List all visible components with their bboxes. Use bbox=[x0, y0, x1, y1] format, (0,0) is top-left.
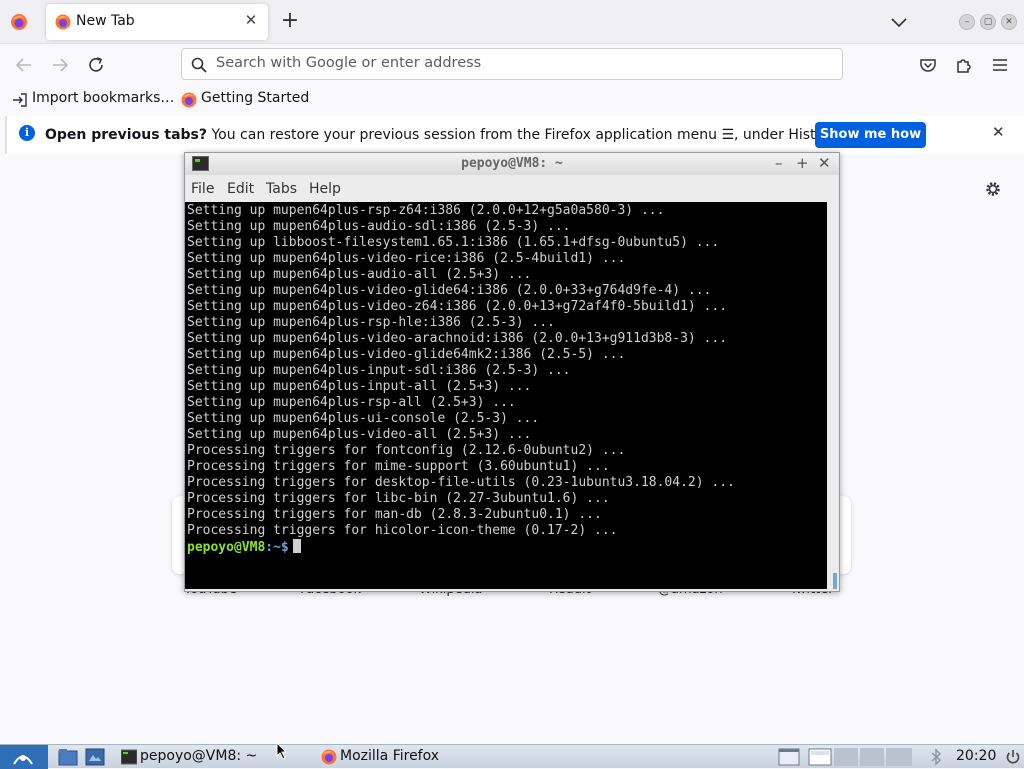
terminal-lines: Setting up mupen64plus-rsp-z64:i386 (2.0… bbox=[187, 203, 735, 539]
terminal-line: Setting up mupen64plus-video-z64:i386 (2… bbox=[187, 299, 728, 314]
terminal-output[interactable]: Setting up mupen64plus-rsp-z64:i386 (2.0… bbox=[185, 202, 827, 589]
notification-message: Open previous tabs? You can restore your… bbox=[45, 127, 841, 143]
terminal-line: Setting up mupen64plus-input-sdl:i386 (2… bbox=[187, 363, 571, 378]
bluetooth-icon[interactable] bbox=[930, 748, 942, 766]
notification-text: You can restore your previous session fr… bbox=[207, 127, 841, 143]
forward-icon[interactable] bbox=[48, 53, 72, 77]
mouse-cursor-icon bbox=[276, 742, 288, 760]
terminal-line: Setting up mupen64plus-video-glide64:i38… bbox=[187, 283, 712, 298]
close-icon[interactable]: ✕ bbox=[992, 123, 1005, 141]
terminal-line: Processing triggers for mime-support (3.… bbox=[187, 459, 610, 474]
terminal-titlebar[interactable]: pepoyo@VM8: ~ – + ✕ bbox=[185, 153, 839, 175]
terminal-line: Setting up mupen64plus-rsp-all (2.5+3) .… bbox=[187, 395, 516, 410]
text-cursor bbox=[292, 539, 301, 553]
terminal-line: Setting up mupen64plus-rsp-z64:i386 (2.0… bbox=[187, 203, 665, 218]
prompt-path: :~$ bbox=[265, 540, 289, 555]
taskbar: pepoyo@VM8: ~ Mozilla Firefox 20:20 bbox=[0, 744, 1024, 769]
info-icon: i bbox=[19, 125, 35, 141]
firefox-icon bbox=[181, 92, 197, 108]
desktop-icon[interactable] bbox=[85, 748, 105, 766]
terminal-line: Setting up mupen64plus-rsp-hle:i386 (2.5… bbox=[187, 315, 555, 330]
firefox-icon bbox=[321, 749, 337, 765]
reload-icon[interactable] bbox=[84, 53, 108, 77]
restore-session-notification: i Open previous tabs? You can restore yo… bbox=[5, 116, 1024, 154]
app-menu-icon[interactable] bbox=[988, 53, 1012, 77]
bookmark-getting-started-label: Getting Started bbox=[201, 90, 310, 106]
close-icon[interactable]: ✕ bbox=[818, 154, 831, 172]
terminal-line: Setting up mupen64plus-video-all (2.5+3)… bbox=[187, 427, 532, 442]
terminal-line: Processing triggers for man-db (2.8.3-2u… bbox=[187, 507, 602, 522]
close-window-button[interactable]: ✕ bbox=[1001, 14, 1017, 30]
terminal-line: Setting up mupen64plus-video-rice:i386 (… bbox=[187, 251, 626, 266]
prompt-user: pepoyo@VM8 bbox=[187, 540, 266, 555]
terminal-line: Setting up mupen64plus-audio-sdl:i386 (2… bbox=[187, 219, 571, 234]
show-me-how-button[interactable]: Show me how bbox=[815, 122, 926, 148]
scrollbar-thumb[interactable] bbox=[833, 573, 837, 589]
task-firefox-label: Mozilla Firefox bbox=[340, 748, 440, 764]
tab-strip: New Tab ✕ + – ▢ ✕ bbox=[0, 0, 1024, 44]
start-menu-button[interactable] bbox=[0, 745, 48, 769]
import-icon bbox=[13, 93, 27, 107]
terminal-line: Processing triggers for libc-bin (2.27-3… bbox=[187, 491, 610, 506]
terminal-title: pepoyo@VM8: ~ bbox=[461, 156, 563, 171]
menu-edit[interactable]: Edit bbox=[227, 181, 254, 197]
terminal-line: Processing triggers for hicolor-icon-the… bbox=[187, 523, 618, 538]
terminal-line: Setting up mupen64plus-video-arachnoid:i… bbox=[187, 331, 728, 346]
extensions-icon[interactable] bbox=[952, 53, 976, 77]
task-firefox[interactable]: Mozilla Firefox bbox=[318, 746, 518, 768]
terminal-line: Setting up mupen64plus-audio-all (2.5+3)… bbox=[187, 267, 532, 282]
power-icon[interactable] bbox=[1005, 748, 1021, 766]
back-icon[interactable] bbox=[12, 53, 36, 77]
menu-file[interactable]: File bbox=[191, 181, 214, 197]
tab-title: New Tab bbox=[76, 13, 135, 29]
clock[interactable]: 20:20 bbox=[956, 748, 996, 764]
notification-title: Open previous tabs? bbox=[45, 127, 208, 143]
firefox-view-icon[interactable] bbox=[10, 13, 28, 31]
firefox-icon bbox=[55, 14, 71, 30]
workspace-2-icon[interactable] bbox=[834, 748, 858, 766]
start-icon bbox=[13, 755, 33, 765]
terminal-line: Processing triggers for desktop-file-uti… bbox=[187, 475, 735, 490]
terminal-scrollbar[interactable] bbox=[829, 202, 839, 589]
terminal-icon bbox=[121, 749, 137, 765]
workspace-4-icon[interactable] bbox=[886, 748, 912, 766]
minimize-icon[interactable]: – bbox=[775, 154, 783, 172]
window-list-icon[interactable] bbox=[778, 748, 800, 766]
file-manager-icon[interactable] bbox=[58, 748, 78, 766]
new-tab-button[interactable]: + bbox=[278, 8, 302, 36]
terminal-window[interactable]: pepoyo@VM8: ~ – + ✕ File Edit Tabs Help … bbox=[184, 152, 840, 592]
workspace-3-icon[interactable] bbox=[860, 748, 884, 766]
terminal-prompt[interactable]: pepoyo@VM8:~$ bbox=[187, 539, 301, 556]
terminal-line: Setting up mupen64plus-ui-console (2.5-3… bbox=[187, 411, 540, 426]
terminal-line: Processing triggers for fontconfig (2.12… bbox=[187, 443, 626, 458]
pocket-icon[interactable] bbox=[916, 53, 940, 77]
chevron-down-icon[interactable] bbox=[888, 12, 910, 32]
address-placeholder: Search with Google or enter address bbox=[216, 55, 482, 71]
terminal-line: Setting up mupen64plus-video-glide64mk2:… bbox=[187, 347, 626, 362]
navigation-toolbar: Search with Google or enter address bbox=[0, 44, 1024, 86]
maximize-window-button[interactable]: ▢ bbox=[980, 14, 996, 30]
search-icon bbox=[191, 57, 207, 73]
address-bar[interactable]: Search with Google or enter address bbox=[181, 48, 843, 80]
task-terminal-label: pepoyo@VM8: ~ bbox=[140, 748, 258, 764]
workspace-1-icon[interactable] bbox=[808, 748, 832, 766]
menu-tabs[interactable]: Tabs bbox=[266, 181, 297, 197]
tab-new-tab[interactable]: New Tab ✕ bbox=[46, 4, 268, 40]
minimize-window-button[interactable]: – bbox=[959, 14, 975, 30]
close-tab-icon[interactable]: ✕ bbox=[242, 11, 260, 31]
terminal-line: Setting up mupen64plus-input-all (2.5+3)… bbox=[187, 379, 532, 394]
menu-help[interactable]: Help bbox=[309, 181, 341, 197]
bookmarks-toolbar: Import bookmarks… Getting Started bbox=[0, 86, 1024, 114]
bookmark-import-label: Import bookmarks… bbox=[32, 90, 175, 106]
maximize-icon[interactable]: + bbox=[796, 154, 809, 172]
gear-icon[interactable] bbox=[984, 180, 1002, 198]
terminal-line: Setting up libboost-filesystem1.65.1:i38… bbox=[187, 235, 720, 250]
